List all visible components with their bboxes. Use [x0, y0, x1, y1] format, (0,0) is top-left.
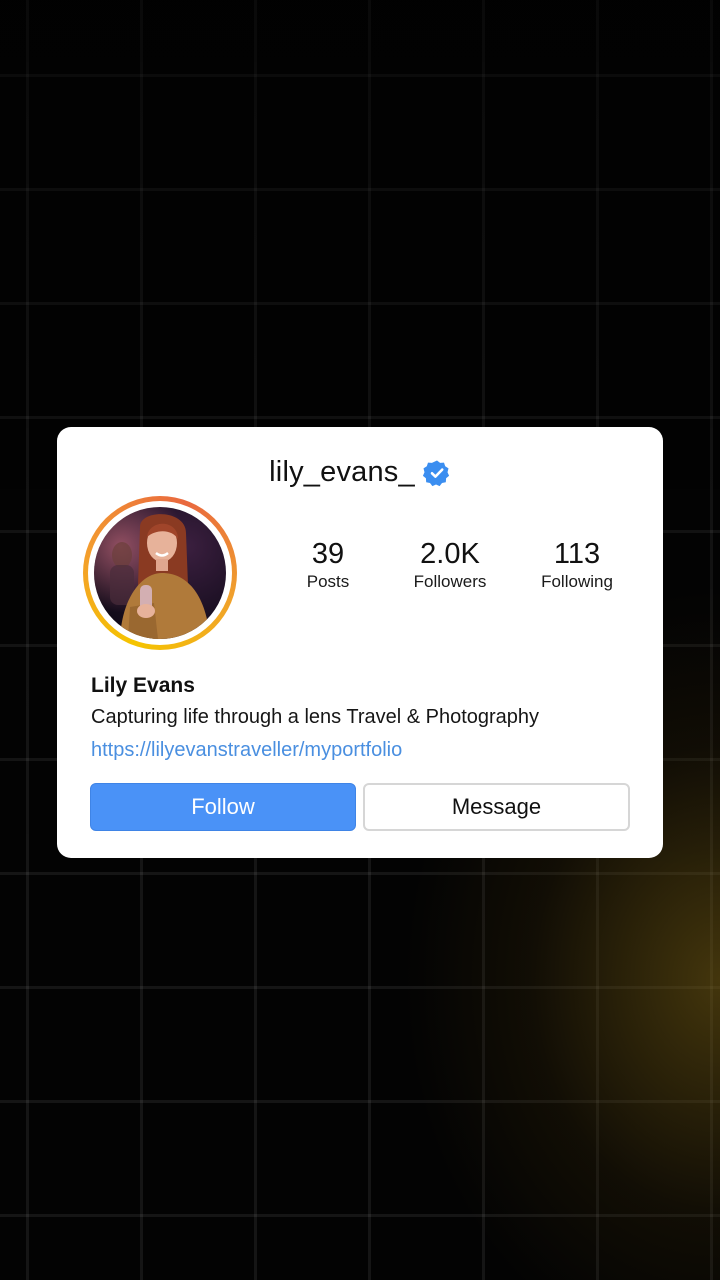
posts-count: 39	[311, 538, 345, 570]
username: lily_evans_	[269, 455, 415, 488]
portfolio-link[interactable]: https://lilyevanstraveller/myportfolio	[91, 739, 402, 762]
followers-label: Followers	[413, 572, 487, 591]
stat-following[interactable]: 113 Following	[507, 537, 647, 593]
display-name: Lily Evans	[91, 674, 195, 697]
avatar-story-ring[interactable]	[83, 496, 237, 650]
stat-posts[interactable]: 39 Posts	[258, 537, 398, 593]
bio-text: Capturing life through a lens Travel & P…	[91, 706, 540, 728]
message-button[interactable]: Message	[363, 783, 630, 831]
follow-button[interactable]: Follow	[90, 783, 356, 831]
avatar	[94, 507, 226, 639]
following-count: 113	[553, 538, 601, 570]
following-label: Following	[541, 572, 613, 591]
followers-count: 2.0K	[420, 538, 480, 570]
posts-label: Posts	[306, 572, 350, 591]
profile-header: lily_evans_	[0, 454, 720, 490]
verified-badge-icon	[422, 459, 451, 487]
stat-followers[interactable]: 2.0K Followers	[380, 537, 520, 593]
